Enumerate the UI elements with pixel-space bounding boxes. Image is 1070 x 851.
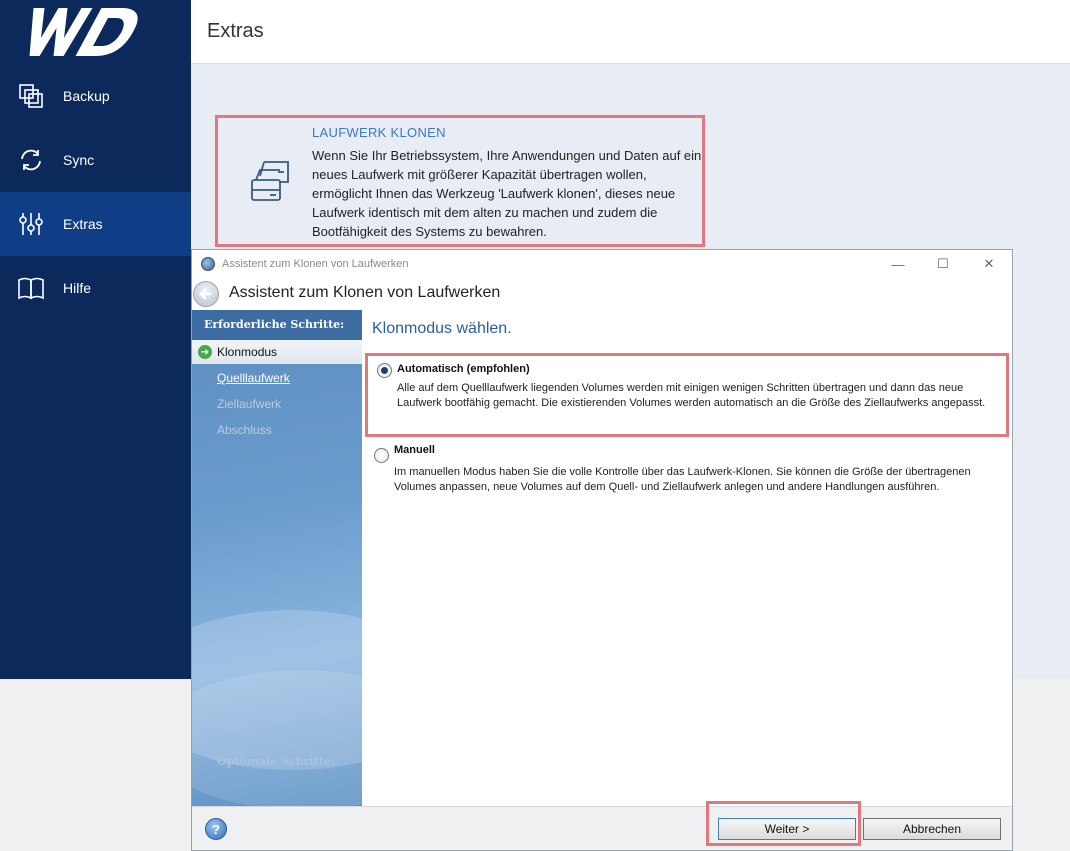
option-description: Alle auf dem Quelllaufwerk liegenden Vol…	[397, 382, 986, 409]
backup-icon	[17, 82, 45, 110]
option-automatic[interactable]: Automatisch (empfohlen) Alle auf dem Que…	[365, 353, 1009, 437]
wizard-header: Assistent zum Klonen von Laufwerken	[192, 278, 1012, 310]
maximize-button[interactable]: ☐	[929, 254, 957, 274]
step-ziellaufwerk: Ziellaufwerk	[217, 397, 282, 411]
option-label: Manuell	[394, 444, 435, 456]
optional-steps-header: Optionale Schritte:	[217, 755, 335, 768]
radio-automatic[interactable]	[377, 363, 392, 378]
window-titlebar[interactable]: Assistent zum Klonen von Laufwerken — ☐ …	[192, 250, 1012, 278]
sliders-icon	[17, 210, 45, 238]
arrow-left-icon	[199, 288, 211, 300]
option-description: Im manuellen Modus haben Sie die volle K…	[394, 466, 971, 493]
wd-logo-icon	[29, 8, 138, 56]
app-icon	[201, 257, 215, 271]
nav-item-label: Sync	[63, 152, 95, 168]
radio-manual[interactable]	[374, 448, 389, 463]
arrow-right-icon: ➔	[198, 345, 212, 359]
step-klonmodus: ➔ Klonmodus	[192, 340, 362, 364]
clone-wizard-window: Assistent zum Klonen von Laufwerken — ☐ …	[191, 249, 1013, 851]
clone-drive-card[interactable]: LAUFWERK KLONEN Wenn Sie Ihr Betriebssys…	[215, 115, 705, 247]
cancel-button[interactable]: Abbrechen	[863, 818, 1001, 840]
close-button[interactable]: ✕	[975, 254, 1003, 274]
next-button[interactable]: Weiter >	[718, 818, 856, 840]
wizard-title: Assistent zum Klonen von Laufwerken	[229, 284, 501, 301]
steps-header: Erforderliche Schritte:	[192, 310, 362, 340]
steps-panel: Erforderliche Schritte: ➔ Klonmodus Quel…	[192, 310, 362, 806]
wd-sidebar: Backup Sync Extras Hilfe	[0, 0, 191, 679]
sync-icon	[17, 146, 45, 174]
app-header: Extras	[191, 0, 1070, 64]
step-label: Klonmodus	[217, 345, 278, 359]
card-description: Wenn Sie Ihr Betriebssystem, Ihre Anwend…	[312, 148, 702, 239]
nav-item-label: Extras	[63, 216, 103, 232]
main-title: Klonmodus wählen.	[372, 320, 512, 337]
help-button[interactable]: ?	[205, 818, 227, 840]
page-title: Extras	[207, 20, 264, 42]
option-label: Automatisch (empfohlen)	[397, 363, 530, 375]
minimize-button[interactable]: —	[884, 254, 912, 274]
window-title: Assistent zum Klonen von Laufwerken	[222, 258, 409, 270]
nav-item-backup[interactable]: Backup	[0, 64, 191, 128]
card-title: LAUFWERK KLONEN	[312, 125, 446, 140]
decorative-swoosh	[192, 670, 362, 806]
nav-item-label: Hilfe	[63, 280, 92, 296]
step-quelllaufwerk[interactable]: Quelllaufwerk	[192, 366, 362, 390]
nav-item-sync[interactable]: Sync	[0, 128, 191, 192]
book-icon	[17, 274, 45, 302]
nav-item-hilfe[interactable]: Hilfe	[0, 256, 191, 320]
option-manual[interactable]: Manuell Im manuellen Modus haben Sie die…	[365, 440, 1009, 520]
drives-icon	[251, 161, 289, 201]
nav-item-extras[interactable]: Extras	[0, 192, 191, 256]
back-button[interactable]	[193, 281, 219, 307]
wizard-main: Klonmodus wählen. Automatisch (empfohlen…	[362, 310, 1012, 806]
step-abschluss: Abschluss	[217, 423, 272, 437]
nav-item-label: Backup	[63, 88, 110, 104]
wizard-footer: ? Weiter > Abbrechen	[192, 801, 1012, 850]
